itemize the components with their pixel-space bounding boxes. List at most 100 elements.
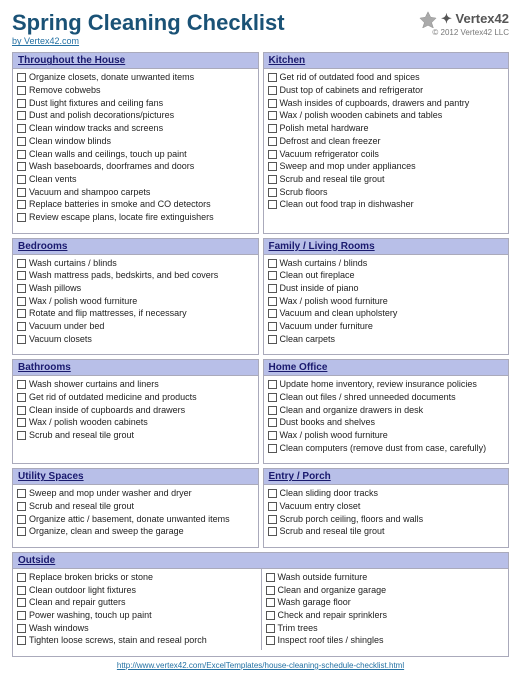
list-item: Clean vents bbox=[17, 174, 254, 186]
checkbox[interactable] bbox=[17, 624, 26, 633]
checkbox[interactable] bbox=[17, 188, 26, 197]
checkbox[interactable] bbox=[268, 322, 277, 331]
list-item: Wash curtains / blinds bbox=[268, 258, 505, 270]
checkbox[interactable] bbox=[17, 573, 26, 582]
list-item: Clean out files / shred unneeded documen… bbox=[268, 392, 505, 404]
checkbox[interactable] bbox=[268, 444, 277, 453]
checkbox[interactable] bbox=[268, 188, 277, 197]
checkbox[interactable] bbox=[268, 502, 277, 511]
item-label: Dust inside of piano bbox=[280, 283, 359, 295]
checkbox[interactable] bbox=[17, 175, 26, 184]
checkbox[interactable] bbox=[17, 527, 26, 536]
checkbox[interactable] bbox=[17, 489, 26, 498]
checkbox[interactable] bbox=[268, 73, 277, 82]
checkbox[interactable] bbox=[268, 393, 277, 402]
checkbox[interactable] bbox=[268, 335, 277, 344]
checkbox[interactable] bbox=[266, 611, 275, 620]
checkbox[interactable] bbox=[266, 573, 275, 582]
checkbox[interactable] bbox=[268, 309, 277, 318]
checkbox[interactable] bbox=[17, 502, 26, 511]
checkbox[interactable] bbox=[266, 624, 275, 633]
list-item: Dust inside of piano bbox=[268, 283, 505, 295]
item-label: Clean walls and ceilings, touch up paint bbox=[29, 149, 187, 161]
item-label: Wax / polish wooden cabinets bbox=[29, 417, 148, 429]
checkbox[interactable] bbox=[17, 636, 26, 645]
item-label: Wax / polish wood furniture bbox=[29, 296, 137, 308]
list-item: Wash outside furniture bbox=[266, 572, 505, 584]
item-label: Organize closets, donate unwanted items bbox=[29, 72, 194, 84]
checkbox[interactable] bbox=[17, 611, 26, 620]
checkbox[interactable] bbox=[266, 598, 275, 607]
checkbox[interactable] bbox=[17, 86, 26, 95]
checkbox[interactable] bbox=[17, 271, 26, 280]
checkbox[interactable] bbox=[17, 137, 26, 146]
checkbox[interactable] bbox=[266, 636, 275, 645]
checkbox[interactable] bbox=[268, 124, 277, 133]
section-entry-header: Entry / Porch bbox=[264, 469, 509, 485]
checkbox[interactable] bbox=[17, 406, 26, 415]
checkbox[interactable] bbox=[17, 598, 26, 607]
list-item: Wash mattress pads, bedskirts, and bed c… bbox=[17, 270, 254, 282]
footer[interactable]: http://www.vertex42.com/ExcelTemplates/h… bbox=[12, 661, 509, 670]
checkbox[interactable] bbox=[17, 162, 26, 171]
checkbox[interactable] bbox=[17, 284, 26, 293]
checkbox[interactable] bbox=[17, 418, 26, 427]
checkbox[interactable] bbox=[268, 259, 277, 268]
section-bathrooms: Bathrooms Wash shower curtains and liner… bbox=[12, 359, 259, 464]
checkbox[interactable] bbox=[268, 406, 277, 415]
list-item: Sweep and mop under appliances bbox=[268, 161, 505, 173]
checkbox[interactable] bbox=[17, 111, 26, 120]
checkbox[interactable] bbox=[266, 586, 275, 595]
checkbox[interactable] bbox=[268, 527, 277, 536]
section-homeoffice-header: Home Office bbox=[264, 360, 509, 376]
item-label: Rotate and flip mattresses, if necessary bbox=[29, 308, 187, 320]
header-subtitle[interactable]: by Vertex42.com bbox=[12, 36, 285, 46]
checkbox[interactable] bbox=[268, 162, 277, 171]
checkbox[interactable] bbox=[268, 137, 277, 146]
item-label: Clean inside of cupboards and drawers bbox=[29, 405, 185, 417]
checkbox[interactable] bbox=[268, 418, 277, 427]
checkbox[interactable] bbox=[17, 297, 26, 306]
checkbox[interactable] bbox=[17, 586, 26, 595]
checkbox[interactable] bbox=[268, 431, 277, 440]
checkbox[interactable] bbox=[17, 124, 26, 133]
checkbox[interactable] bbox=[268, 271, 277, 280]
checkbox[interactable] bbox=[268, 111, 277, 120]
checkbox[interactable] bbox=[268, 175, 277, 184]
checkbox[interactable] bbox=[17, 380, 26, 389]
list-item: Organize closets, donate unwanted items bbox=[17, 72, 254, 84]
checkbox[interactable] bbox=[268, 86, 277, 95]
checkbox[interactable] bbox=[17, 73, 26, 82]
checkbox[interactable] bbox=[268, 515, 277, 524]
item-label: Wash mattress pads, bedskirts, and bed c… bbox=[29, 270, 218, 282]
list-item: Rotate and flip mattresses, if necessary bbox=[17, 308, 254, 320]
checkbox[interactable] bbox=[17, 431, 26, 440]
checkbox[interactable] bbox=[268, 380, 277, 389]
checkbox[interactable] bbox=[17, 213, 26, 222]
checkbox[interactable] bbox=[17, 259, 26, 268]
item-label: Clean sliding door tracks bbox=[280, 488, 379, 500]
checkbox[interactable] bbox=[17, 515, 26, 524]
footer-url[interactable]: http://www.vertex42.com/ExcelTemplates/h… bbox=[117, 661, 404, 670]
list-item: Update home inventory, review insurance … bbox=[268, 379, 505, 391]
list-item: Clean outdoor light fixtures bbox=[17, 585, 257, 597]
checkbox[interactable] bbox=[17, 322, 26, 331]
checkbox[interactable] bbox=[17, 99, 26, 108]
checkbox[interactable] bbox=[268, 99, 277, 108]
item-label: Get rid of outdated medicine and product… bbox=[29, 392, 197, 404]
item-label: Dust top of cabinets and refrigerator bbox=[280, 85, 424, 97]
checkbox[interactable] bbox=[17, 335, 26, 344]
list-item: Remove cobwebs bbox=[17, 85, 254, 97]
list-item: Clean and repair gutters bbox=[17, 597, 257, 609]
checkbox[interactable] bbox=[17, 200, 26, 209]
logo-icon bbox=[419, 10, 437, 28]
checkbox[interactable] bbox=[268, 284, 277, 293]
checkbox[interactable] bbox=[268, 489, 277, 498]
checkbox[interactable] bbox=[268, 297, 277, 306]
checkbox[interactable] bbox=[17, 393, 26, 402]
checkbox[interactable] bbox=[17, 150, 26, 159]
checkbox[interactable] bbox=[268, 200, 277, 209]
checkbox[interactable] bbox=[17, 309, 26, 318]
checkbox[interactable] bbox=[268, 150, 277, 159]
list-item: Clean and organize drawers in desk bbox=[268, 405, 505, 417]
